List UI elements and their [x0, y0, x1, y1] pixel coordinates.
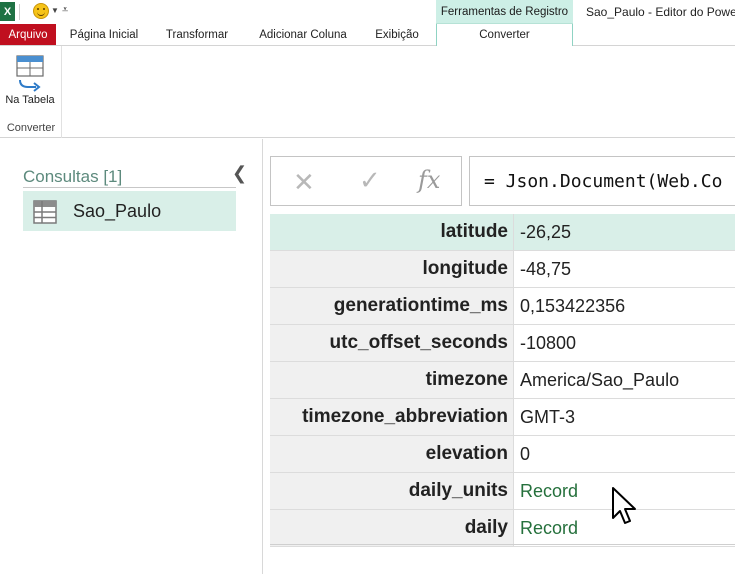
- formula-text: = Json.Document(Web.Co: [484, 171, 723, 192]
- to-table-icon: [16, 55, 44, 92]
- field-name[interactable]: longitude: [270, 251, 514, 288]
- excel-logo-icon[interactable]: X: [0, 2, 15, 21]
- field-name[interactable]: daily: [270, 510, 514, 547]
- record-row[interactable]: timezone America/Sao_Paulo: [270, 362, 735, 399]
- divider: [270, 544, 735, 545]
- field-value[interactable]: America/Sao_Paulo: [514, 362, 735, 399]
- cancel-icon[interactable]: ✕: [293, 167, 315, 198]
- tab-exibicao[interactable]: Exibição: [366, 24, 428, 46]
- field-value[interactable]: GMT-3: [514, 399, 735, 436]
- tab-converter[interactable]: Converter: [436, 24, 573, 46]
- customize-quick-access-icon[interactable]: ⩡: [62, 4, 68, 17]
- group-label: Converter: [6, 122, 56, 134]
- record-row[interactable]: timezone_abbreviation GMT-3: [270, 399, 735, 436]
- field-name[interactable]: latitude: [270, 214, 514, 251]
- ribbon-group-converter: Na Tabela Converter: [0, 46, 62, 138]
- window-title: Sao_Paulo - Editor do Power: [586, 5, 735, 19]
- mouse-cursor-icon: [612, 487, 636, 524]
- field-name[interactable]: timezone_abbreviation: [270, 399, 514, 436]
- record-row[interactable]: daily_units Record: [270, 473, 735, 510]
- query-item-sao-paulo[interactable]: Sao_Paulo: [23, 191, 236, 231]
- record-row[interactable]: latitude -26,25: [270, 214, 735, 251]
- record-row[interactable]: utc_offset_seconds -10800: [270, 325, 735, 362]
- field-name[interactable]: utc_offset_seconds: [270, 325, 514, 362]
- record-row[interactable]: daily Record: [270, 510, 735, 547]
- title-bar: X ▼ ⩡ Ferramentas de Registro Sao_Paulo …: [0, 0, 735, 24]
- tab-arquivo[interactable]: Arquivo: [0, 24, 56, 46]
- queries-pane: Consultas [1] ❮ Sao_Paulo: [0, 139, 262, 574]
- to-table-label: Na Tabela: [5, 94, 55, 106]
- field-value[interactable]: -10800: [514, 325, 735, 362]
- field-value[interactable]: 0,153422356: [514, 288, 735, 325]
- tab-transformar[interactable]: Transformar: [157, 24, 237, 46]
- field-value[interactable]: 0: [514, 436, 735, 473]
- smiley-icon[interactable]: [33, 3, 49, 19]
- divider[interactable]: [262, 139, 263, 574]
- collapse-chevron-icon[interactable]: ❮: [232, 163, 247, 184]
- ribbon: Na Tabela Converter: [0, 46, 735, 138]
- field-name[interactable]: generationtime_ms: [270, 288, 514, 325]
- record-row[interactable]: generationtime_ms 0,153422356: [270, 288, 735, 325]
- queries-title: Consultas [1]: [23, 167, 123, 186]
- table-icon: [33, 200, 57, 224]
- field-value[interactable]: -26,25: [514, 214, 735, 251]
- record-row[interactable]: longitude -48,75: [270, 251, 735, 288]
- ribbon-tabs: Arquivo Página Inicial Transformar Adici…: [0, 24, 735, 46]
- divider: [19, 4, 20, 20]
- fx-icon[interactable]: fx: [418, 166, 440, 194]
- field-name[interactable]: timezone: [270, 362, 514, 399]
- context-tab-header: Ferramentas de Registro: [436, 0, 573, 24]
- formula-input[interactable]: = Json.Document(Web.Co: [469, 156, 735, 206]
- chevron-down-icon[interactable]: ▼: [51, 6, 59, 15]
- commit-icon[interactable]: ✓: [359, 165, 381, 196]
- tab-pagina-inicial[interactable]: Página Inicial: [61, 24, 147, 46]
- field-name[interactable]: elevation: [270, 436, 514, 473]
- query-item-label: Sao_Paulo: [73, 201, 162, 221]
- divider: [23, 187, 236, 188]
- field-name[interactable]: daily_units: [270, 473, 514, 510]
- formula-buttons: ✕ ✓ fx: [270, 156, 462, 206]
- to-table-button[interactable]: Na Tabela: [4, 50, 56, 118]
- tab-adicionar-coluna[interactable]: Adicionar Coluna: [248, 24, 358, 46]
- record-row[interactable]: elevation 0: [270, 436, 735, 473]
- field-value[interactable]: -48,75: [514, 251, 735, 288]
